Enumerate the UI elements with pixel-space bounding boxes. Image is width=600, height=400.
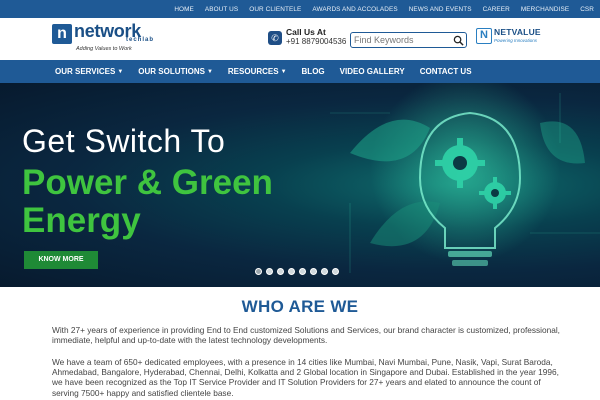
search-input[interactable] bbox=[354, 34, 450, 46]
call-number[interactable]: +91 8879004536 bbox=[286, 37, 346, 46]
phone-icon: ✆ bbox=[268, 31, 282, 45]
nav-label: OUR SOLUTIONS bbox=[138, 67, 205, 76]
lightbulb-gears-illustration bbox=[330, 83, 600, 273]
slider-dot[interactable] bbox=[321, 268, 328, 275]
slider-dot[interactable] bbox=[266, 268, 273, 275]
nav-label: CONTACT US bbox=[419, 67, 472, 76]
slider-dot[interactable] bbox=[288, 268, 295, 275]
nav-our-solutions[interactable]: OUR SOLUTIONS ▼ bbox=[138, 67, 213, 76]
slider-dot[interactable] bbox=[255, 268, 262, 275]
search-icon[interactable] bbox=[453, 35, 464, 46]
main-nav: OUR SERVICES ▼ OUR SOLUTIONS ▼ RESOURCES ▼ … bbox=[0, 60, 600, 83]
know-more-button[interactable]: KNOW MORE bbox=[24, 251, 98, 269]
netvalue-name: NETVALUE bbox=[494, 27, 541, 37]
slider-pagination bbox=[255, 268, 343, 275]
hero-heading-line3: Energy bbox=[22, 201, 141, 240]
nav-contact-us[interactable]: CONTACT US bbox=[420, 67, 472, 76]
call-us-block[interactable]: ✆ Call Us At +91 8879004536 bbox=[268, 27, 348, 53]
top-link-merchandise[interactable]: MERCHANDISE bbox=[521, 6, 569, 13]
nav-label: BLOG bbox=[301, 67, 325, 76]
top-link-about-us[interactable]: ABOUT US bbox=[205, 6, 238, 13]
logo-sub: techlab bbox=[126, 37, 155, 43]
top-utility-bar: HOME ABOUT US OUR CLIENTELE AWARDS AND A… bbox=[0, 0, 600, 18]
hero-banner: Get Switch To Power & Green Energy KNOW … bbox=[0, 83, 600, 287]
top-link-csr[interactable]: CSR bbox=[580, 6, 594, 13]
nav-resources[interactable]: RESOURCES ▼ bbox=[228, 67, 287, 76]
slider-dot[interactable] bbox=[310, 268, 317, 275]
hero-heading-line2: Power & Green bbox=[22, 163, 273, 202]
section-title: WHO ARE WE bbox=[241, 297, 359, 316]
chevron-down-icon: ▼ bbox=[117, 68, 124, 75]
site-header: n network techlab Adding Values to Work … bbox=[0, 18, 600, 60]
call-label: Call Us At bbox=[286, 27, 326, 37]
search-box bbox=[350, 32, 467, 48]
nav-our-services[interactable]: OUR SERVICES ▼ bbox=[55, 67, 123, 76]
chevron-down-icon: ▼ bbox=[280, 68, 287, 75]
slider-dot[interactable] bbox=[277, 268, 284, 275]
hero-heading-line1: Get Switch To bbox=[22, 123, 226, 159]
about-paragraph-1: With 27+ years of experience in providin… bbox=[52, 325, 560, 346]
nav-video-gallery[interactable]: VIDEO GALLERY bbox=[340, 67, 405, 76]
top-link-awards[interactable]: AWARDS AND ACCOLADES bbox=[312, 6, 397, 13]
about-paragraph-2: We have a team of 650+ dedicated employe… bbox=[52, 357, 559, 398]
nav-blog[interactable]: BLOG bbox=[302, 67, 325, 76]
nav-label: RESOURCES bbox=[227, 67, 279, 76]
slider-dot[interactable] bbox=[299, 268, 306, 275]
logo-tagline: Adding Values to Work bbox=[76, 46, 132, 52]
nav-label: VIDEO GALLERY bbox=[339, 67, 405, 76]
slider-dot[interactable] bbox=[332, 268, 339, 275]
chevron-down-icon: ▼ bbox=[206, 68, 213, 75]
top-link-our-clientele[interactable]: OUR CLIENTELE bbox=[249, 6, 301, 13]
logo-mark: n bbox=[52, 24, 72, 44]
top-link-home[interactable]: HOME bbox=[174, 6, 194, 13]
top-link-news-events[interactable]: NEWS AND EVENTS bbox=[409, 6, 472, 13]
network-techlab-logo[interactable]: n network techlab Adding Values to Work bbox=[52, 21, 172, 54]
netvalue-tagline: Powering Innovations bbox=[494, 38, 538, 43]
top-link-career[interactable]: Career bbox=[483, 6, 510, 13]
nav-label: OUR SERVICES bbox=[55, 67, 116, 76]
netvalue-mark: N bbox=[476, 28, 492, 44]
netvalue-logo[interactable]: N NETVALUE Powering Innovations bbox=[476, 26, 552, 52]
